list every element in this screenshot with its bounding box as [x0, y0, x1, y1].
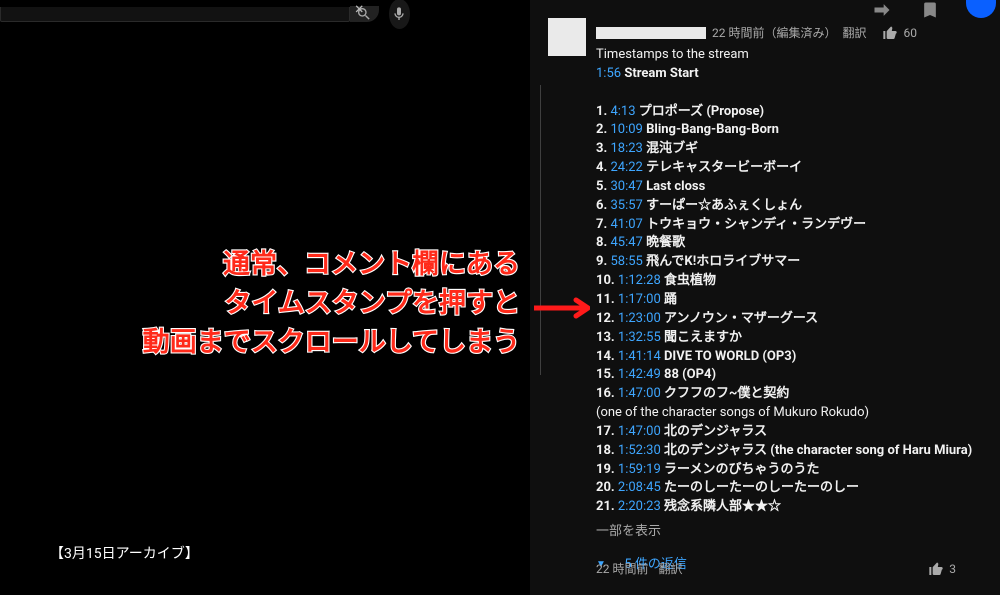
list-number: 9. — [596, 254, 607, 269]
song-title: DIVE TO WORLD (OP3) — [664, 349, 796, 364]
timestamp-link[interactable]: 30:47 — [610, 179, 642, 194]
list-number: 8. — [596, 235, 607, 250]
song-title: クフフのフ~僕と契約 — [664, 386, 789, 401]
timestamp-link[interactable]: 1:17:00 — [618, 292, 661, 307]
translate-button[interactable]: 翻訳 — [842, 24, 866, 41]
save-icon[interactable] — [920, 0, 940, 20]
blue-avatar-badge[interactable] — [966, 0, 996, 18]
timestamp-link[interactable]: 1:41:14 — [618, 349, 661, 364]
list-number: 16. — [596, 386, 615, 401]
song-title: すーぱー☆あふぇくしょん — [646, 198, 802, 213]
timestamp-link[interactable]: 41:07 — [610, 217, 642, 232]
search-input[interactable] — [0, 7, 350, 22]
second-comment-meta: 22 時間前 翻訳 3 — [596, 560, 986, 577]
list-number: 14. — [596, 349, 615, 364]
song-title: Last closs — [646, 179, 705, 194]
song-title: ラーメンのびちゃうのうた — [664, 462, 819, 477]
list-number: 20. — [596, 480, 615, 495]
song-title: 残念系隣人部★★☆ — [664, 499, 781, 514]
thumb-up-icon — [928, 561, 944, 577]
song-title: 88 (OP4) — [664, 367, 716, 382]
song-title: 飛んでK!ホロライブサマー — [646, 254, 800, 269]
timestamp-link[interactable]: 1:47:00 — [618, 424, 661, 439]
list-number: 18. — [596, 443, 615, 458]
list-number: 3. — [596, 141, 607, 156]
timestamp-link[interactable]: 4:13 — [610, 104, 635, 119]
search-bar: × — [0, 0, 410, 28]
list-number: 6. — [596, 198, 607, 213]
voice-search-button[interactable] — [389, 0, 410, 29]
song-title: アンノウン・マザーグース — [664, 311, 818, 326]
timestamp-link[interactable]: 45:47 — [610, 235, 642, 250]
song-title: 食虫植物 — [664, 273, 716, 288]
song-title: 北のデンジャラス (the character song of Haru Miu… — [664, 443, 972, 458]
intro-label: Stream Start — [624, 66, 698, 81]
timestamp-link[interactable]: 1:12:28 — [618, 273, 661, 288]
timestamp-link[interactable]: 1:32:55 — [618, 330, 661, 345]
comment-body: Timestamps to the stream 1:56 Stream Star… — [596, 46, 992, 575]
timestamp-link[interactable]: 10:09 — [610, 122, 642, 137]
list-number: 2. — [596, 122, 607, 137]
song-title: 踊 — [664, 292, 677, 307]
mic-icon — [391, 6, 407, 22]
comment-header-text: Timestamps to the stream — [596, 47, 749, 62]
timestamp-link[interactable]: 1:23:00 — [618, 311, 661, 326]
panel-divider — [540, 85, 541, 375]
timestamp-link[interactable]: 58:55 — [610, 254, 642, 269]
comment2-time: 22 時間前 — [596, 560, 648, 577]
timestamp-link[interactable]: 1:42:49 — [618, 367, 661, 382]
like-count: 60 — [903, 26, 917, 40]
timestamp-link[interactable]: 1:52:30 — [618, 443, 661, 458]
list-number: 12. — [596, 311, 615, 326]
list-note: (one of the character songs of Mukuro Ro… — [596, 405, 869, 420]
song-title: 聞こえますか — [664, 330, 742, 345]
song-title: 北のデンジャラス — [664, 424, 767, 439]
timestamp-link[interactable]: 35:57 — [610, 198, 642, 213]
list-number: 5. — [596, 179, 607, 194]
list-number: 7. — [596, 217, 607, 232]
song-title: プロポーズ (Propose) — [639, 104, 764, 119]
timestamp-link[interactable]: 1:47:00 — [618, 386, 661, 401]
timestamp-link[interactable]: 2:08:45 — [618, 480, 661, 495]
timestamp-link[interactable]: 1:56 — [596, 66, 621, 81]
list-number: 13. — [596, 330, 615, 345]
comment-time-meta: 22 時間前（編集済み） — [712, 24, 836, 41]
list-number: 15. — [596, 367, 615, 382]
comment-header: 22 時間前（編集済み） 翻訳 60 — [596, 24, 917, 41]
like-button[interactable]: 60 — [882, 25, 917, 41]
timestamp-link[interactable]: 1:59:19 — [618, 462, 661, 477]
comment2-translate[interactable]: 翻訳 — [658, 560, 682, 577]
list-number: 11. — [596, 292, 615, 307]
show-more-button[interactable]: 一部を表示 — [596, 524, 661, 539]
list-number: 19. — [596, 462, 615, 477]
list-number: 17. — [596, 424, 615, 439]
thumb-up-icon — [882, 25, 898, 41]
list-number: 4. — [596, 160, 607, 175]
list-number: 21. — [596, 499, 615, 514]
timestamp-link[interactable]: 24:22 — [610, 160, 642, 175]
timestamp-link[interactable]: 18:23 — [610, 141, 642, 156]
list-number: 10. — [596, 273, 615, 288]
clear-icon[interactable]: × — [355, 0, 364, 18]
list-number: 1. — [596, 104, 607, 119]
song-title: Bling-Bang-Bang-Born — [646, 122, 779, 137]
video-title: 【3月15日アーカイブ】 — [50, 543, 199, 563]
timestamp-link[interactable]: 2:20:23 — [618, 499, 661, 514]
video-player-area[interactable]: × 【3月15日アーカイブ】 — [0, 0, 530, 595]
comment2-like-count: 3 — [949, 562, 956, 576]
song-title: 晩餐歌 — [646, 235, 685, 250]
song-title: 混沌ブギ — [646, 141, 698, 156]
song-title: たーのしーたーのしーたーのしー — [664, 480, 859, 495]
song-title: テレキャスタービーボーイ — [646, 160, 802, 175]
song-title: トウキョウ・シャンディ・ランデヴー — [646, 217, 866, 232]
comment-author-redacted[interactable] — [596, 27, 706, 39]
comment-avatar[interactable] — [548, 18, 586, 56]
share-icon[interactable] — [872, 0, 892, 20]
action-icons — [872, 0, 940, 20]
comment2-like-button[interactable]: 3 — [928, 561, 956, 577]
comments-panel: 22 時間前（編集済み） 翻訳 60 Timestamps to the str… — [540, 0, 1000, 595]
